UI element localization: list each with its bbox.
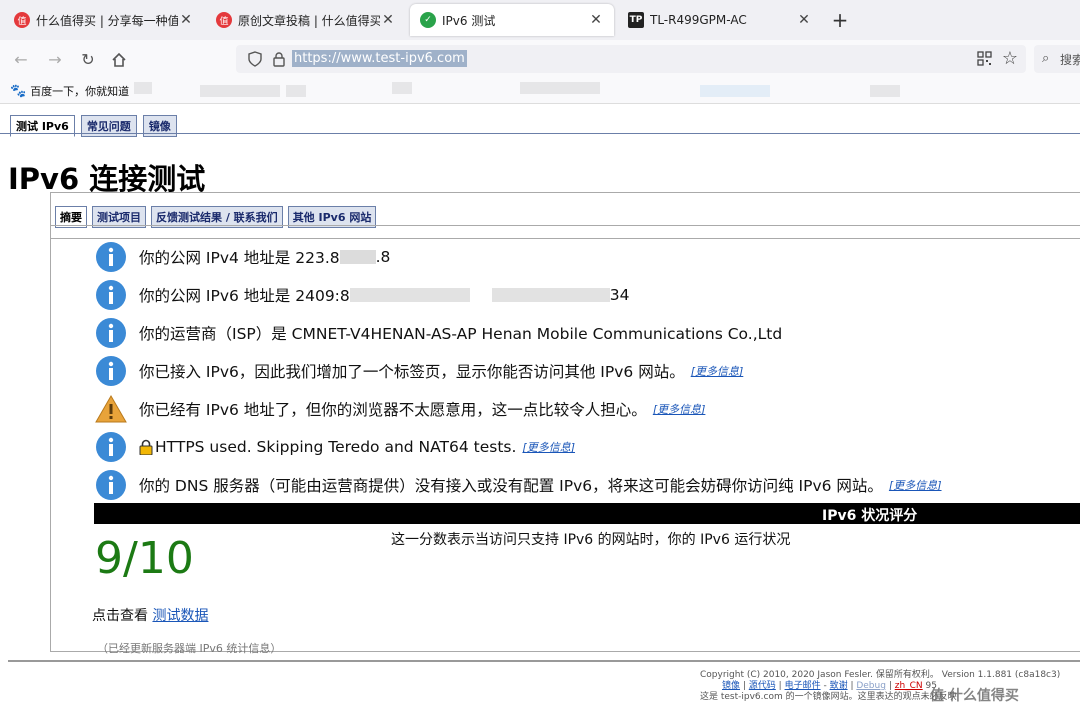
watermark: 值 什么值得买 [930, 688, 1019, 704]
home-icon[interactable] [108, 49, 130, 71]
footer-link-zh-cn[interactable]: zh_CN [895, 681, 923, 691]
redacted-bookmark [870, 85, 900, 97]
footer-link-debug[interactable]: Debug [856, 681, 886, 691]
search-icon: ⌕ [1042, 51, 1050, 66]
more-info-link[interactable]: [更多信息] [522, 439, 575, 455]
qr-code-icon[interactable] [977, 51, 992, 66]
info-icon [96, 470, 126, 500]
url-text[interactable]: https://www.test-ipv6.com [292, 50, 467, 67]
result-text: 你的公网 IPv4 地址是 223.8 [139, 249, 340, 267]
footer: Copyright (C) 2010, 2020 Jason Fesler. 保… [700, 670, 1080, 703]
browser-tab-smzdm[interactable]: 值 什么值得买 | 分享每一种值 ✕ [4, 4, 204, 36]
footer-link-thanks[interactable]: 致谢 [830, 681, 848, 691]
results-frame: 摘要 测试项目 反馈测试结果 / 联系我们 其他 IPv6 网站 你的公网 IP… [50, 192, 1080, 655]
divider [51, 225, 1080, 226]
close-icon[interactable]: ✕ [796, 12, 812, 28]
check-favicon-icon: ✓ [420, 12, 436, 28]
tab-title: 原创文章投稿 | 什么值得买 [238, 13, 380, 28]
result-text: 你的公网 IPv6 地址是 2409:8 [139, 287, 350, 305]
browser-nav-bar: ← → ↻ https://www.test-ipv6.com ☆ ⌕ 搜索 [0, 40, 1080, 78]
divider [8, 660, 1080, 662]
score-description: 这一分数表示当访问只支持 IPv6 的网站时，你的 IPv6 运行状况 [391, 532, 791, 548]
footer-link-mirrors[interactable]: 镜像 [722, 681, 740, 691]
redacted-value [339, 250, 376, 264]
tplink-favicon-icon: TP [628, 12, 644, 28]
result-ipv6-address: 你的公网 IPv6 地址是 2409:8 34 [95, 279, 630, 311]
result-text: 你已经有 IPv6 地址了，但你的浏览器不太愿意用，这一点比较令人担心。 [139, 401, 647, 419]
divider [0, 133, 1080, 134]
score-header-bar: IPv6 状况评分 [94, 503, 1080, 524]
tab-title: IPv6 测试 [442, 13, 496, 28]
info-icon [96, 280, 126, 310]
tab-title: 什么值得买 | 分享每一种值 [36, 13, 178, 28]
footer-link-source[interactable]: 源代码 [749, 681, 776, 691]
close-icon[interactable]: ✕ [380, 12, 396, 28]
more-info-link[interactable]: [更多信息] [889, 477, 942, 493]
close-icon[interactable]: ✕ [178, 12, 194, 28]
result-text: HTTPS used. Skipping Teredo and NAT64 te… [155, 438, 517, 456]
stats-note: （已经更新服务器端 IPv6 统计信息） [97, 642, 282, 655]
redacted-bookmark [392, 82, 412, 94]
warning-icon [95, 394, 127, 423]
shield-icon[interactable] [248, 51, 262, 67]
search-box[interactable]: ⌕ 搜索 [1034, 45, 1080, 73]
back-arrow-icon[interactable]: ← [10, 49, 32, 71]
address-bar[interactable]: https://www.test-ipv6.com ☆ [236, 45, 1026, 73]
result-browser-warning: 你已经有 IPv6 地址了，但你的浏览器不太愿意用，这一点比较令人担心。 [更多… [95, 393, 705, 425]
redacted-bookmark [286, 85, 306, 97]
view-data: 点击查看 测试数据 [92, 605, 208, 625]
browser-tab-submit-article[interactable]: 值 原创文章投稿 | 什么值得买 ✕ [206, 4, 406, 36]
new-tab-icon[interactable]: + [830, 8, 850, 32]
result-https: HTTPS used. Skipping Teredo and NAT64 te… [95, 431, 575, 463]
padlock-icon [139, 439, 153, 455]
result-text: 你的运营商（ISP）是 CMNET-V4HENAN-AS-AP Henan Mo… [139, 325, 783, 343]
bookmark-star-icon[interactable]: ☆ [1002, 48, 1018, 69]
close-icon[interactable]: ✕ [588, 12, 604, 28]
info-icon [96, 242, 126, 272]
lock-icon[interactable] [272, 51, 286, 67]
score-header: IPv6 状况评分 [822, 508, 918, 524]
copyright: Copyright (C) 2010, 2020 Jason Fesler. 保… [700, 670, 1061, 680]
redacted-value [349, 288, 470, 302]
browser-tab-router[interactable]: TP TL-R499GPM-AC ✕ [618, 4, 822, 36]
result-dns: 你的 DNS 服务器（可能由运营商提供）没有接入或没有配置 IPv6，将来这可能… [95, 469, 942, 501]
result-text: 34 [609, 286, 630, 304]
more-info-link[interactable]: [更多信息] [691, 363, 744, 379]
result-text: .8 [375, 248, 391, 266]
info-icon [96, 318, 126, 348]
page-content: 测试 IPv6 常见问题 镜像 IPv6 连接测试 摘要 测试项目 反馈测试结果… [0, 104, 1080, 718]
bookmarks-bar: 🐾 百度一下，你就知道 [0, 78, 1080, 104]
divider [51, 238, 1080, 239]
result-text: 你已接入 IPv6，因此我们增加了一个标签页，显示你能否访问其他 IPv6 网站… [139, 363, 685, 381]
smzdm-favicon-icon: 值 [216, 12, 232, 28]
test-data-link[interactable]: 测试数据 [152, 608, 208, 624]
result-text: 你的 DNS 服务器（可能由运营商提供）没有接入或没有配置 IPv6，将来这可能… [139, 477, 883, 495]
reload-icon[interactable]: ↻ [77, 49, 99, 71]
more-info-link[interactable]: [更多信息] [653, 401, 706, 417]
redacted-bookmark [700, 85, 770, 97]
redacted-bookmark [200, 85, 280, 97]
smzdm-favicon-icon: 值 [14, 12, 30, 28]
result-isp: 你的运营商（ISP）是 CMNET-V4HENAN-AS-AP Henan Mo… [95, 317, 782, 349]
bookmark-label: 百度一下，你就知道 [30, 85, 130, 98]
info-icon [96, 356, 126, 386]
forward-arrow-icon[interactable]: → [44, 49, 66, 71]
mirror-note: 这是 test-ipv6.com 的一个镜像网站。这里表达的观点未必反映 [700, 692, 957, 702]
footer-link-email[interactable]: 电子邮件 [785, 681, 821, 691]
baidu-paw-icon: 🐾 [10, 83, 27, 99]
result-ipv6-enabled: 你已接入 IPv6，因此我们增加了一个标签页，显示你能否访问其他 IPv6 网站… [95, 355, 743, 387]
ipv6-score: 9/10 [95, 533, 194, 584]
redacted-bookmark [134, 82, 152, 94]
browser-tab-ipv6-test[interactable]: ✓ IPv6 测试 ✕ [410, 4, 614, 36]
redacted-bookmark [520, 82, 600, 94]
browser-tab-strip: 值 什么值得买 | 分享每一种值 ✕ 值 原创文章投稿 | 什么值得买 ✕ ✓ … [0, 0, 1080, 40]
search-placeholder: 搜索 [1060, 53, 1080, 67]
tab-title: TL-R499GPM-AC [650, 13, 747, 27]
info-icon [96, 432, 126, 462]
bookmark-baidu[interactable]: 🐾 百度一下，你就知道 [10, 83, 129, 99]
view-data-prefix: 点击查看 [92, 608, 148, 624]
redacted-value [491, 288, 610, 302]
result-ipv4-address: 你的公网 IPv4 地址是 223.8 .8 [95, 241, 390, 273]
